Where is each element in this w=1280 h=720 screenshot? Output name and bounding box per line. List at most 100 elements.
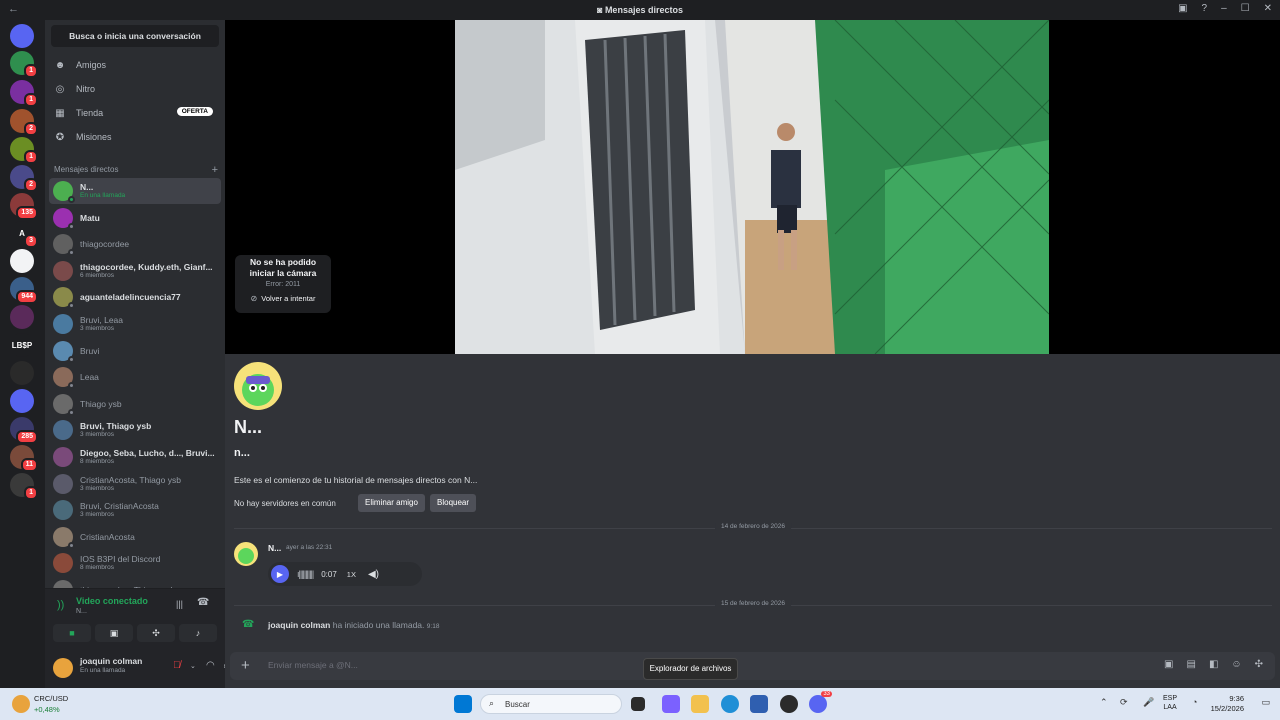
- screen-share-button[interactable]: ▣: [95, 624, 133, 642]
- dm-item[interactable]: thiagocordee: [49, 231, 221, 257]
- file-explorer-icon[interactable]: [691, 695, 709, 713]
- server-icon[interactable]: 2: [10, 109, 38, 136]
- create-dm-plus-icon[interactable]: +: [212, 164, 218, 176]
- server-icon[interactable]: A3: [10, 221, 38, 248]
- dm-item[interactable]: Matu: [49, 205, 221, 231]
- disconnect-icon[interactable]: ☎: [197, 597, 209, 608]
- call-author[interactable]: joaquin colman: [268, 620, 330, 630]
- dm-item[interactable]: Leaa: [49, 364, 221, 390]
- inbox-icon[interactable]: ▣: [1178, 3, 1187, 14]
- dm-item[interactable]: Thiago ysb: [49, 391, 221, 417]
- dm-item[interactable]: Bruvi, CristianAcosta 3 miembros: [49, 497, 221, 523]
- activities-button[interactable]: ✣: [137, 624, 175, 642]
- dm-item[interactable]: Bruvi: [49, 338, 221, 364]
- dm-item[interactable]: thiagocordee, Kuddy.eth, Gianf... 6 miemb…: [49, 258, 221, 284]
- server-icon[interactable]: 1: [10, 51, 38, 78]
- server-icon[interactable]: LB$P: [10, 333, 34, 357]
- discord-taskbar-icon[interactable]: 33: [809, 691, 832, 713]
- attach-plus-icon[interactable]: +: [241, 657, 250, 674]
- nav-item-misiones[interactable]: ✪ Misiones: [49, 126, 221, 148]
- server-icon[interactable]: 1: [10, 473, 38, 500]
- weather-widget-icon[interactable]: [12, 695, 30, 713]
- video-feed[interactable]: [455, 20, 1049, 354]
- close-button[interactable]: ✕: [1264, 3, 1272, 14]
- edge-icon[interactable]: [721, 695, 739, 713]
- dm-item[interactable]: CristianAcosta: [49, 524, 221, 550]
- voice-status-title[interactable]: Video conectado: [76, 596, 148, 606]
- search-input[interactable]: Busca o inicia una conversación: [51, 25, 219, 47]
- language-indicator[interactable]: ESP LAA: [1163, 694, 1177, 712]
- dm-avatar: [53, 447, 73, 467]
- server-icon[interactable]: [10, 249, 34, 273]
- gift-icon[interactable]: ▣: [1164, 659, 1173, 670]
- store-icon[interactable]: [750, 695, 768, 713]
- taskbar-search[interactable]: ⌕ Buscar: [480, 694, 622, 714]
- play-button[interactable]: ▶: [271, 565, 289, 583]
- notifications-icon[interactable]: ▭: [1261, 697, 1270, 708]
- message-input[interactable]: Enviar mensaje a @N...: [268, 660, 358, 670]
- wifi-icon[interactable]: ◔: [1192, 697, 1197, 707]
- copilot-icon[interactable]: [662, 695, 680, 713]
- headset-icon[interactable]: ◠: [206, 660, 215, 671]
- dm-item[interactable]: Bruvi, Thiago ysb 3 miembros: [49, 417, 221, 443]
- mic-options-chevron-icon[interactable]: ⌄: [190, 662, 196, 670]
- gif-icon[interactable]: ▤: [1186, 659, 1195, 670]
- dm-item[interactable]: aguanteladelincuencia77: [49, 284, 221, 310]
- nav-item-label: Tienda: [76, 108, 104, 118]
- server-icon[interactable]: 1: [10, 80, 38, 107]
- discord-logo-icon[interactable]: [10, 24, 34, 48]
- dm-sidebar: Busca o inicia una conversación ☻ Amigos ◎…: [45, 20, 233, 688]
- block-button[interactable]: Bloquear: [430, 494, 477, 512]
- dm-item[interactable]: CristianAcosta, Thiago ysb 3 miembros: [49, 471, 221, 497]
- mic-muted-icon[interactable]: 🎙̸: [173, 660, 181, 671]
- server-icon[interactable]: 1: [10, 137, 38, 164]
- maximize-button[interactable]: ☐: [1241, 3, 1250, 14]
- server-icon[interactable]: 11: [10, 445, 38, 472]
- task-view-icon[interactable]: [631, 697, 645, 711]
- retry-camera-button[interactable]: Volver a intentar: [261, 294, 315, 303]
- help-icon[interactable]: ?: [1202, 3, 1208, 14]
- clock[interactable]: 9:36 15/2/2026: [1211, 694, 1244, 714]
- dm-item[interactable]: N... En una llamada: [49, 178, 221, 204]
- user-avatar[interactable]: [53, 658, 73, 678]
- date-divider: 14 de febrero de 2026: [234, 523, 1272, 530]
- profile-avatar[interactable]: [234, 362, 282, 410]
- dm-item[interactable]: Diegoo, Seba, Lucho, d..., Bruvi... 8 mie…: [49, 444, 221, 470]
- tray-mic-icon[interactable]: 🎤: [1143, 697, 1154, 708]
- waveform[interactable]: ı|||||||||||: [297, 569, 314, 579]
- server-icon[interactable]: 285: [10, 417, 38, 444]
- server-icon[interactable]: [10, 361, 34, 385]
- message-author[interactable]: N...: [268, 543, 281, 553]
- sticker-icon[interactable]: ◧: [1209, 659, 1218, 670]
- remove-friend-button[interactable]: Eliminar amigo: [358, 494, 425, 512]
- emoji-icon[interactable]: ☺: [1231, 659, 1241, 670]
- market-widget-title[interactable]: CRC/USD: [34, 694, 68, 703]
- message-avatar[interactable]: [234, 542, 258, 566]
- server-icon[interactable]: 135: [10, 193, 38, 220]
- tray-sync-icon[interactable]: ⟳: [1120, 697, 1128, 708]
- noise-suppression-icon[interactable]: |||: [176, 599, 183, 609]
- nav-item-tienda[interactable]: ▦ Tienda OFERTA: [49, 102, 221, 124]
- server-icon[interactable]: [10, 305, 34, 329]
- mutual-servers-text[interactable]: No hay servidores en común: [234, 499, 336, 508]
- tray-chevron-icon[interactable]: ⌃: [1100, 697, 1108, 708]
- voice-connection-panel: )) Video conectado N... ||| ☎ ■ ▣ ✣ ♪: [45, 588, 225, 648]
- apps-icon[interactable]: ✣: [1255, 659, 1263, 670]
- server-mention-badge: 1: [24, 93, 38, 107]
- app-icon[interactable]: [780, 695, 798, 713]
- dm-item[interactable]: IOS B3PI del Discord 8 miembros: [49, 550, 221, 576]
- nav-item-amigos[interactable]: ☻ Amigos: [49, 54, 221, 76]
- start-button[interactable]: [454, 695, 472, 713]
- volume-icon[interactable]: ◀): [368, 569, 379, 580]
- nav-item-nitro[interactable]: ◎ Nitro: [49, 78, 221, 100]
- playback-speed-button[interactable]: 1X: [347, 570, 356, 579]
- dm-item[interactable]: Bruvi, Leaa 3 miembros: [49, 311, 221, 337]
- dm-subtext: 3 miembros: [80, 484, 114, 492]
- camera-button[interactable]: ■: [53, 624, 91, 642]
- server-icon[interactable]: [10, 389, 34, 413]
- server-list: 1 1 2 1 2 135 A 3 944 LB$P 285 11 1: [0, 20, 45, 688]
- minimize-button[interactable]: –: [1221, 3, 1227, 14]
- soundboard-button[interactable]: ♪: [179, 624, 217, 642]
- server-icon[interactable]: 944: [10, 277, 38, 304]
- server-icon[interactable]: 2: [10, 165, 38, 192]
